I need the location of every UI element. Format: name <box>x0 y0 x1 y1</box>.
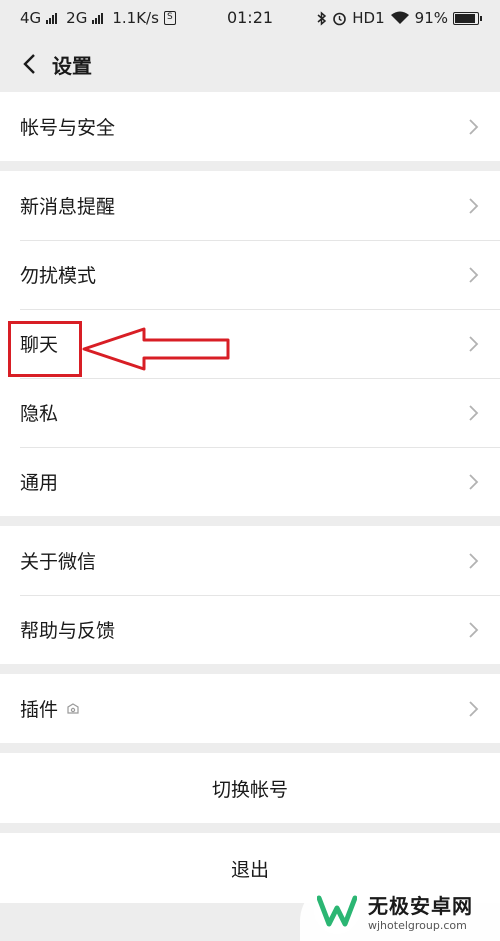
settings-item-do-not-disturb[interactable]: 勿扰模式 <box>0 240 500 309</box>
back-arrow-icon[interactable] <box>18 53 40 75</box>
chevron-right-icon <box>469 118 479 135</box>
group-divider <box>0 161 500 171</box>
settings-group-plugins: 插件 <box>0 674 500 743</box>
settings-item-plugins[interactable]: 插件 <box>0 674 500 743</box>
settings-item-label: 新消息提醒 <box>20 196 116 218</box>
settings-item-label: 帮助与反馈 <box>20 620 116 642</box>
group-divider <box>0 664 500 674</box>
network-2g-label: 2G <box>66 9 88 27</box>
switch-account-button[interactable]: 切换帐号 <box>0 753 500 823</box>
chevron-right-icon <box>469 404 479 421</box>
alarm-icon <box>333 12 347 25</box>
watermark: 无极安卓网 wjhotelgroup.com <box>300 881 500 941</box>
settings-item-label: 关于微信 <box>20 551 97 573</box>
settings-item-label: 隐私 <box>20 403 59 425</box>
watermark-url: wjhotelgroup.com <box>368 919 467 932</box>
nav-bar: 设置 <box>0 36 500 92</box>
hd-label: HD1 <box>352 9 385 27</box>
plugin-icon <box>67 702 79 714</box>
settings-item-label: 通用 <box>20 472 59 494</box>
settings-group-main: 新消息提醒 勿扰模式 聊天 隐私 通用 <box>0 171 500 516</box>
group-divider <box>0 823 500 833</box>
settings-item-notifications[interactable]: 新消息提醒 <box>0 171 500 240</box>
chevron-right-icon <box>469 552 479 569</box>
network-speed: 1.1K/s <box>112 9 159 27</box>
signal-icon <box>92 12 104 24</box>
bluetooth-icon <box>317 10 327 26</box>
settings-item-label: 帐号与安全 <box>20 117 116 139</box>
group-divider <box>0 516 500 526</box>
settings-item-general[interactable]: 通用 <box>0 447 500 516</box>
page-title: 设置 <box>52 53 92 78</box>
settings-item-label-wrap: 插件 <box>20 695 80 722</box>
settings-item-help-feedback[interactable]: 帮助与反馈 <box>0 595 500 664</box>
status-time: 01:21 <box>226 8 274 27</box>
settings-item-label: 聊天 <box>20 334 59 356</box>
group-divider <box>0 743 500 753</box>
chevron-right-icon <box>469 197 479 214</box>
settings-item-label: 勿扰模式 <box>20 265 97 287</box>
settings-item-account-security[interactable]: 帐号与安全 <box>0 92 500 161</box>
status-bar: 4G 2G 1.1K/s S 01:21 HD1 91% <box>0 0 500 36</box>
chevron-right-icon <box>469 335 479 352</box>
settings-item-chat[interactable]: 聊天 <box>0 309 500 378</box>
chevron-right-icon <box>469 473 479 490</box>
battery-percent: 91% <box>414 9 448 27</box>
chevron-right-icon <box>469 266 479 283</box>
settings-item-about-wechat[interactable]: 关于微信 <box>0 526 500 595</box>
network-4g-label: 4G <box>20 9 42 27</box>
signal-icon <box>46 12 58 24</box>
settings-item-label: 插件 <box>20 699 59 721</box>
battery-icon <box>453 11 482 25</box>
watermark-title: 无极安卓网 <box>368 894 473 918</box>
sim-icon: S <box>163 11 176 25</box>
watermark-logo-icon <box>314 888 360 934</box>
settings-group-account: 帐号与安全 <box>0 92 500 161</box>
wifi-icon <box>390 11 409 24</box>
chevron-right-icon <box>469 700 479 717</box>
settings-item-privacy[interactable]: 隐私 <box>0 378 500 447</box>
chevron-right-icon <box>469 621 479 638</box>
settings-group-about: 关于微信 帮助与反馈 <box>0 526 500 664</box>
